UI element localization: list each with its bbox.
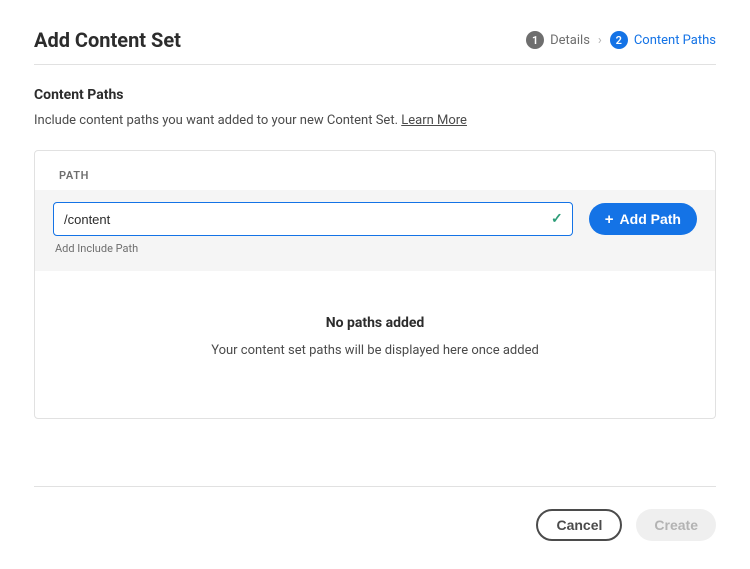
- step-content-paths[interactable]: 2 Content Paths: [610, 31, 716, 49]
- input-helper-text: Add Include Path: [53, 242, 697, 255]
- check-icon: ✓: [551, 211, 563, 227]
- wizard-footer: Cancel Create: [34, 486, 716, 541]
- section-title: Content Paths: [34, 87, 716, 103]
- cancel-button[interactable]: Cancel: [536, 509, 622, 541]
- step-number-icon: 1: [526, 31, 544, 49]
- add-path-button[interactable]: + Add Path: [589, 203, 697, 235]
- empty-state: No paths added Your content set paths wi…: [35, 271, 715, 418]
- section-description-text: Include content paths you want added to …: [34, 113, 401, 128]
- step-label: Content Paths: [634, 33, 716, 48]
- paths-panel: PATH ✓ + Add Path Add Include Path No pa…: [34, 150, 716, 419]
- create-button[interactable]: Create: [636, 509, 716, 541]
- step-details[interactable]: 1 Details: [526, 31, 590, 49]
- step-number-icon: 2: [610, 31, 628, 49]
- chevron-right-icon: ›: [598, 33, 602, 48]
- column-header-path: PATH: [53, 169, 697, 190]
- page-title: Add Content Set: [34, 28, 181, 52]
- path-input-wrap: ✓: [53, 202, 573, 236]
- stepper: 1 Details › 2 Content Paths: [526, 31, 716, 49]
- step-label: Details: [550, 33, 590, 48]
- add-path-label: Add Path: [620, 211, 681, 227]
- empty-state-title: No paths added: [35, 315, 715, 331]
- path-input[interactable]: [53, 202, 573, 236]
- empty-state-description: Your content set paths will be displayed…: [35, 343, 715, 358]
- plus-icon: +: [605, 212, 614, 227]
- learn-more-link[interactable]: Learn More: [401, 113, 467, 128]
- wizard-header: Add Content Set 1 Details › 2 Content Pa…: [34, 28, 716, 65]
- section-description: Include content paths you want added to …: [34, 113, 716, 128]
- footer-divider: [34, 486, 716, 487]
